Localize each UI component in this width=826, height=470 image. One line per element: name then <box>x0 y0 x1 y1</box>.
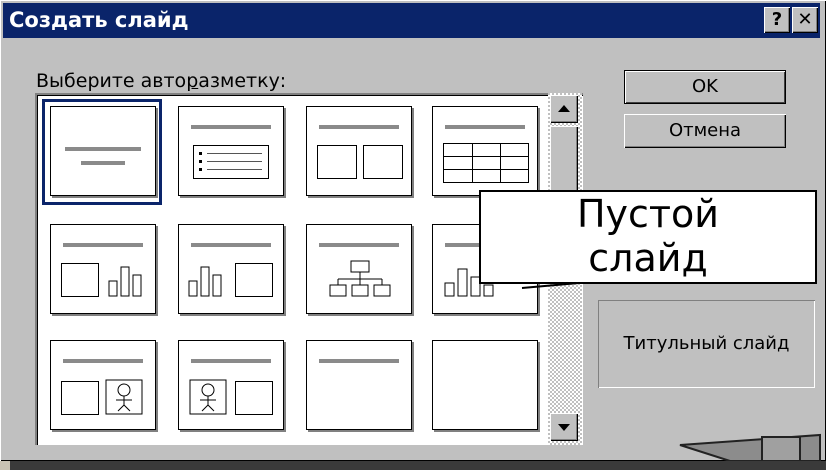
layout-title-only[interactable] <box>306 340 412 430</box>
layout-two-column-text[interactable] <box>306 106 412 196</box>
tooltip-line-2: слайд <box>588 236 708 280</box>
prompt-accelerator-key: р <box>186 70 199 92</box>
layout-preview-label: Титульный слайд <box>598 300 815 388</box>
layout-text-and-chart[interactable] <box>50 224 156 314</box>
scroll-down-button[interactable] <box>550 413 578 441</box>
help-button[interactable]: ? <box>764 7 790 33</box>
scroll-up-button[interactable] <box>550 95 578 123</box>
layout-text-and-clipart[interactable] <box>50 340 156 430</box>
layout-title-slide[interactable] <box>50 106 156 196</box>
blank-slide-tooltip: Пустой слайд <box>479 190 817 284</box>
layout-org-chart[interactable] <box>306 224 412 314</box>
tooltip-line-1: Пустой <box>576 192 720 236</box>
layout-blank[interactable] <box>432 340 538 430</box>
arrow-up-icon <box>558 105 570 112</box>
layout-table[interactable] <box>432 106 538 196</box>
clipart-icon <box>105 379 143 415</box>
arrow-down-icon <box>558 424 570 431</box>
chart-icon <box>108 266 142 297</box>
ok-button[interactable]: OK <box>624 70 786 104</box>
chart-icon <box>188 266 222 297</box>
cancel-button[interactable]: Отмена <box>624 114 786 148</box>
prompt-text-start: Выберите авто <box>36 70 187 92</box>
title-bar[interactable]: Создать слайд ? ✕ <box>3 3 820 38</box>
new-slide-dialog: Создать слайд ? ✕ Выберите авторазметку: <box>0 0 826 461</box>
close-button[interactable]: ✕ <box>792 7 818 33</box>
decorative-graphic <box>679 433 821 461</box>
layout-clipart-and-text[interactable] <box>178 340 284 430</box>
prompt-text-end: азметку: <box>198 70 287 92</box>
layout-bulleted-list[interactable] <box>178 106 284 196</box>
layout-chart-and-text[interactable] <box>178 224 284 314</box>
org-chart-icon <box>329 260 391 297</box>
clipart-icon <box>189 379 227 415</box>
dialog-title: Создать слайд <box>9 8 189 32</box>
layout-prompt: Выберите авторазметку: <box>36 70 286 92</box>
